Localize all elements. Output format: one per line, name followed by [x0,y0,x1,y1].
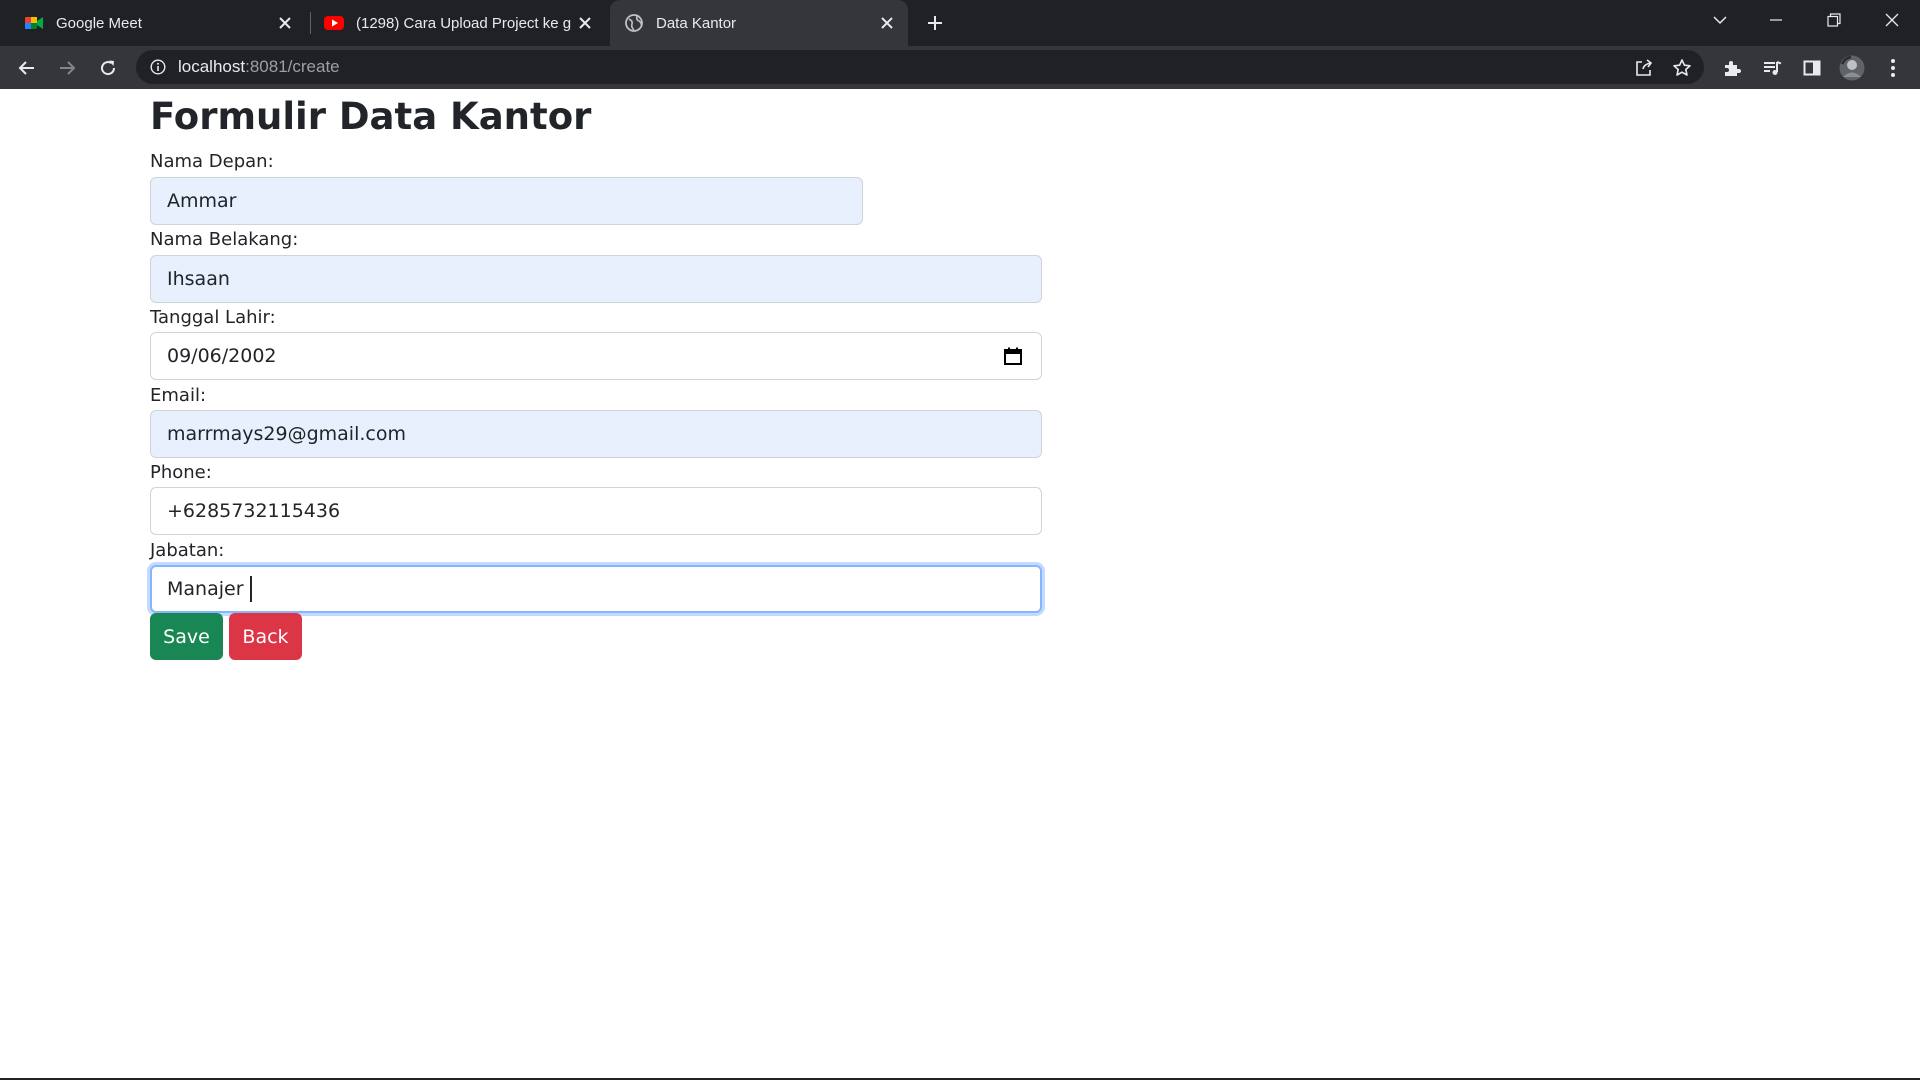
media-control-icon[interactable] [1756,52,1788,84]
tab-data-kantor[interactable]: Data Kantor [610,0,908,46]
side-panel-icon[interactable] [1796,52,1828,84]
first-name-value: Ammar [167,190,237,212]
last-name-label: Nama Belakang: [150,229,299,250]
calendar-icon[interactable] [1003,346,1023,366]
url-host: localhost [178,57,246,76]
page-content: Formulir Data Kantor Nama Depan: Ammar N… [0,89,1920,1080]
birth-date-input[interactable]: 09/06/2002 [150,332,1042,380]
restore-button[interactable] [1806,0,1862,40]
globe-icon [624,13,644,33]
last-name-input[interactable]: Ihsaan [150,255,1042,303]
position-label: Jabatan: [150,540,225,561]
new-tab-button[interactable] [920,8,950,38]
page-title: Formulir Data Kantor [150,95,592,138]
close-icon[interactable] [874,10,900,36]
email-value: marrmays29@gmail.com [167,423,406,445]
back-button[interactable]: Back [229,613,302,660]
profile-avatar[interactable] [1836,52,1868,84]
tab-title: (1298) Cara Upload Project ke git [356,14,572,32]
tab-title: Google Meet [56,14,142,32]
text-caret [249,576,252,602]
close-icon[interactable] [572,10,598,36]
tab-separator [310,12,311,34]
first-name-label: Nama Depan: [150,151,274,172]
first-name-input[interactable]: Ammar [150,177,863,225]
close-icon[interactable] [272,10,298,36]
minimize-button[interactable] [1748,0,1804,40]
position-value: Manajer [167,578,244,600]
phone-input[interactable]: +6285732115436 [150,487,1042,535]
save-button[interactable]: Save [150,613,223,660]
forward-button[interactable] [51,52,83,84]
tab-title: Data Kantor [656,14,737,32]
url-path: :8081/create [245,57,340,76]
browser-tab-strip: Google Meet (1298) Cara Upload Project k… [0,0,1920,46]
tab-youtube[interactable]: (1298) Cara Upload Project ke git [312,0,606,46]
email-label: Email: [150,385,207,406]
google-meet-icon [24,13,44,33]
menu-icon[interactable] [1877,52,1909,84]
share-icon[interactable] [1634,58,1654,78]
close-window-button[interactable] [1864,0,1920,40]
tab-search-button[interactable] [1692,0,1748,40]
form-actions: Save Back [150,613,1042,661]
address-bar[interactable]: localhost:8081/create [136,50,1704,84]
youtube-icon [324,13,344,33]
back-button[interactable] [11,52,43,84]
birth-date-value: 09/06/2002 [167,345,277,367]
last-name-value: Ihsaan [167,268,230,290]
email-input[interactable]: marrmays29@gmail.com [150,410,1042,458]
phone-label: Phone: [150,462,212,483]
url-text: localhost:8081/create [178,57,340,77]
reload-button[interactable] [92,52,124,84]
tab-google-meet[interactable]: Google Meet [0,0,306,46]
bookmark-star-icon[interactable] [1672,58,1692,78]
info-icon[interactable] [148,57,168,77]
extensions-icon[interactable] [1716,52,1748,84]
birth-date-label: Tanggal Lahir: [150,307,276,328]
browser-toolbar: localhost:8081/create [0,46,1920,89]
phone-value: +6285732115436 [167,500,341,522]
position-input[interactable]: Manajer [150,565,1042,613]
